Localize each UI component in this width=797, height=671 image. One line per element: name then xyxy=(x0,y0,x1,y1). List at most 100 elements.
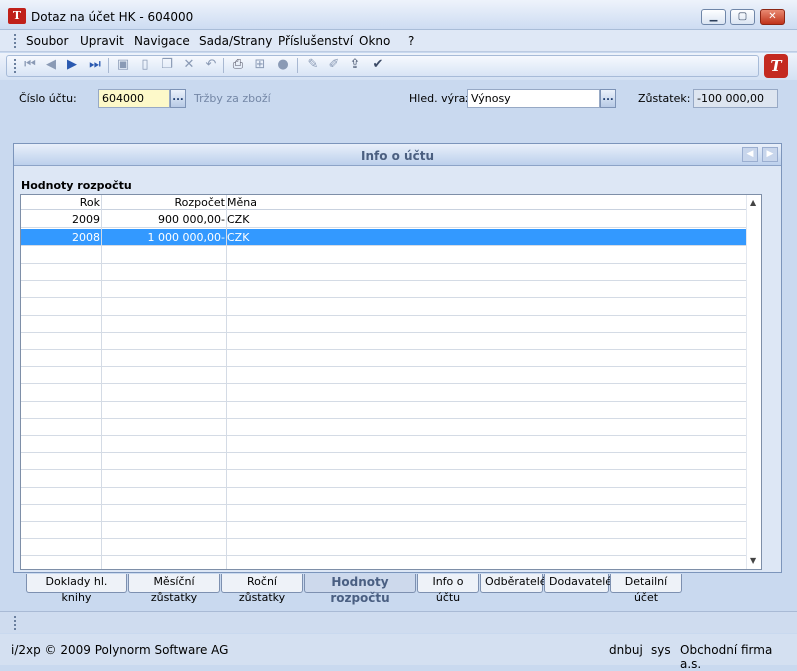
tab-bar: Doklady hl. knihy Měsíční zůstatky Roční… xyxy=(13,574,782,605)
edit-pencil-icon[interactable]: ✎ xyxy=(305,57,321,73)
section-title: Hodnoty rozpočtu xyxy=(21,179,132,192)
table-row-selected[interactable]: 2008 1 000 000,00- CZK xyxy=(21,229,746,246)
search-lookup-button[interactable]: ... xyxy=(600,89,616,108)
empty-row[interactable] xyxy=(21,539,746,557)
last-record-icon[interactable]: ⏭ xyxy=(87,57,103,73)
first-record-icon[interactable]: ⏮ xyxy=(22,57,38,73)
search-input[interactable]: Výnosy xyxy=(467,89,600,108)
filter-check-icon[interactable]: ✔ xyxy=(370,57,386,73)
copy-icon[interactable]: ❐ xyxy=(159,57,175,73)
empty-row[interactable] xyxy=(21,264,746,282)
user-name: dnbuj xyxy=(609,643,643,657)
tab-mesicni-zustatky[interactable]: Měsíční zůstatky xyxy=(128,574,220,604)
cell-year: 2009 xyxy=(72,213,100,226)
menu-grip-icon[interactable] xyxy=(14,34,17,48)
tab-rocni-zustatky[interactable]: Roční zůstatky xyxy=(221,574,303,604)
toolbar-separator xyxy=(223,58,224,73)
empty-row[interactable] xyxy=(21,333,746,350)
empty-row[interactable] xyxy=(21,402,746,419)
export-icon[interactable]: ⇪ xyxy=(347,57,363,73)
company-name: Obchodní firma a.s. xyxy=(680,643,773,671)
column-header-budget[interactable]: Rozpočet xyxy=(175,196,226,209)
scroll-up-icon[interactable]: ▲ xyxy=(750,198,756,207)
empty-row[interactable] xyxy=(21,316,746,333)
empty-row[interactable] xyxy=(21,488,746,505)
account-label: Číslo účtu: xyxy=(19,92,77,105)
cell-currency: CZK xyxy=(227,231,250,244)
app-logo-icon: T xyxy=(8,8,26,24)
empty-row[interactable] xyxy=(21,299,746,316)
menu-okno[interactable]: Okno xyxy=(359,34,390,48)
menu-bar: Soubor Upravit Navigace Sada/Strany Přís… xyxy=(0,30,797,52)
budget-grid: Rok Rozpočet Měna 2009 900 000,00- CZK 2… xyxy=(20,194,762,570)
empty-row[interactable] xyxy=(21,436,746,454)
tab-info-o-uctu[interactable]: Info o účtu xyxy=(417,574,479,604)
tree-icon[interactable]: ⊞ xyxy=(252,57,268,73)
print-icon[interactable]: ⎙ xyxy=(230,57,246,73)
column-header-year[interactable]: Rok xyxy=(80,196,100,209)
menu-help[interactable]: ? xyxy=(408,34,414,48)
account-description: Tržby za zboží xyxy=(194,92,271,105)
footer: i/2xp © 2009 Polynorm Software AG dnbuj … xyxy=(0,634,797,671)
panel-title: Info o účtu xyxy=(360,149,434,163)
close-button[interactable]: ✕ xyxy=(760,9,785,25)
status-bar xyxy=(0,611,797,633)
column-header-currency[interactable]: Měna xyxy=(227,196,257,209)
copyright-text: i/2xp © 2009 Polynorm Software AG xyxy=(11,643,229,657)
tab-detailni-ucet[interactable]: Detailní účet xyxy=(610,574,682,604)
minimize-button[interactable]: ▁ xyxy=(701,9,726,25)
empty-row[interactable] xyxy=(21,385,746,402)
table-row[interactable]: 2009 900 000,00- CZK xyxy=(21,211,746,228)
empty-row[interactable] xyxy=(21,557,746,569)
toolbar-grip-icon[interactable] xyxy=(14,59,17,73)
scroll-down-icon[interactable]: ▼ xyxy=(750,556,756,565)
empty-row[interactable] xyxy=(21,453,746,471)
panel-next-icon[interactable]: ▶ xyxy=(762,147,778,162)
tab-hodnoty-rozpoctu[interactable]: Hodnoty rozpočtu xyxy=(304,574,416,605)
empty-row[interactable] xyxy=(21,350,746,368)
account-number-input[interactable]: 604000 xyxy=(98,89,170,108)
column-divider xyxy=(226,195,227,569)
cell-budget: 1 000 000,00- xyxy=(147,231,225,244)
search-label: Hled. výraz: xyxy=(409,92,475,105)
balance-label: Zůstatek: xyxy=(638,92,691,105)
delete-icon[interactable]: ✕ xyxy=(181,57,197,73)
empty-row[interactable] xyxy=(21,471,746,488)
title-bar: T Dotaz na účet HK - 604000 ▁ ▢ ✕ xyxy=(0,0,797,30)
previous-record-icon[interactable]: ◀ xyxy=(43,57,59,73)
cell-year: 2008 xyxy=(72,231,100,244)
menu-soubor[interactable]: Soubor xyxy=(26,34,68,48)
maximize-button[interactable]: ▢ xyxy=(730,9,755,25)
toolbar-separator xyxy=(297,58,298,73)
balance-field: -100 000,00 xyxy=(693,89,778,108)
empty-row[interactable] xyxy=(21,419,746,436)
account-lookup-button[interactable]: ... xyxy=(170,89,186,108)
tab-doklady[interactable]: Doklady hl. knihy xyxy=(26,574,127,604)
empty-row[interactable] xyxy=(21,505,746,522)
empty-row[interactable] xyxy=(21,247,746,264)
statusbar-grip-icon[interactable] xyxy=(14,616,17,630)
brand-logo-icon: T xyxy=(764,54,788,78)
tab-dodavatele[interactable]: Dodavatelé xyxy=(544,574,612,593)
panel-header: Info o účtu ◀ ▶ xyxy=(14,144,781,166)
menu-sada-strany[interactable]: Sada/Strany xyxy=(199,34,272,48)
empty-row[interactable] xyxy=(21,367,746,385)
info-panel: Info o účtu ◀ ▶ Hodnoty rozpočtu Rok Roz… xyxy=(13,143,782,573)
tab-odberatele[interactable]: Odběratelé xyxy=(480,574,547,593)
cell-budget: 900 000,00- xyxy=(158,213,225,226)
empty-row[interactable] xyxy=(21,281,746,299)
disc-icon[interactable]: ● xyxy=(275,57,291,73)
save-icon[interactable]: ▣ xyxy=(115,57,131,73)
empty-row[interactable] xyxy=(21,522,746,540)
next-record-icon[interactable]: ▶ xyxy=(64,57,80,73)
menu-prislusenstvi[interactable]: Příslušenství xyxy=(278,34,353,48)
panel-prev-icon[interactable]: ◀ xyxy=(742,147,758,162)
vertical-scrollbar[interactable]: ▲ ▼ xyxy=(746,195,761,569)
undo-icon[interactable]: ↶ xyxy=(203,57,219,73)
grid-header: Rok Rozpočet Měna xyxy=(21,195,746,210)
menu-navigace[interactable]: Navigace xyxy=(134,34,190,48)
highlight-pencil-icon[interactable]: ✐ xyxy=(326,57,342,73)
system-name: sys xyxy=(651,643,671,657)
new-document-icon[interactable]: ▯ xyxy=(137,57,153,73)
menu-upravit[interactable]: Upravit xyxy=(80,34,124,48)
